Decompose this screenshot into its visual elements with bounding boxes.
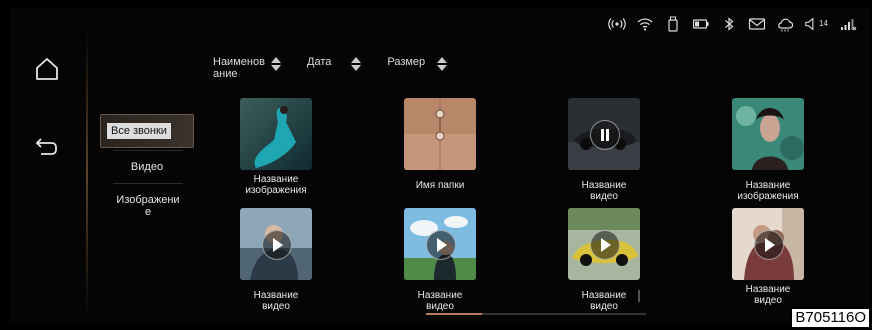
- sort-by-size-label: Размер: [387, 56, 426, 68]
- sort-arrows-icon: [271, 56, 281, 71]
- sort-by-size-button[interactable]: Размер: [387, 56, 448, 80]
- figure-code: B705116O: [791, 308, 870, 328]
- play-icon[interactable]: [262, 230, 292, 260]
- sort-by-date-button[interactable]: Дата: [307, 56, 362, 80]
- sort-bar: Наименование Дата Размер: [213, 56, 448, 80]
- grid-item-video[interactable]: Название видео: [718, 208, 818, 306]
- sort-by-name-button[interactable]: Наименование: [213, 56, 281, 80]
- grid-item-image[interactable]: Название изображения: [226, 98, 326, 196]
- category-label: Видео: [130, 161, 164, 173]
- media-screen: 14 Наименование Дата Размер Все звонки В…: [10, 8, 870, 324]
- play-icon[interactable]: [590, 230, 620, 260]
- divider: [113, 150, 183, 151]
- back-icon[interactable]: [32, 130, 62, 160]
- item-caption: Название видео: [581, 180, 627, 202]
- folder-thumbnail: [404, 98, 476, 170]
- image-thumbnail: [732, 98, 804, 170]
- category-image[interactable]: Изображение: [116, 186, 180, 226]
- item-caption: Название видео: [745, 284, 791, 306]
- category-list: Все звонки Видео Изображение: [100, 114, 196, 226]
- video-thumbnail: [404, 208, 476, 280]
- play-icon[interactable]: [426, 230, 456, 260]
- wifi-icon: [636, 16, 654, 32]
- item-caption: Название видео: [581, 290, 627, 312]
- grid-item-folder[interactable]: Имя папки: [390, 98, 490, 191]
- scrollbar-thumb[interactable]: [426, 313, 482, 315]
- sort-by-date-label: Дата: [307, 56, 332, 68]
- image-thumbnail: [240, 98, 312, 170]
- home-icon[interactable]: [32, 54, 62, 84]
- left-nav: [10, 8, 88, 324]
- usb-icon: [664, 16, 682, 32]
- status-bar: 14: [608, 14, 858, 34]
- category-all-calls[interactable]: Все звонки: [100, 114, 194, 148]
- horizontal-scrollbar[interactable]: [426, 313, 646, 315]
- volume-level: 14: [819, 19, 828, 28]
- divider: [113, 183, 183, 184]
- item-caption: Название изображения: [737, 180, 799, 202]
- video-thumbnail: [568, 208, 640, 280]
- video-thumbnail: [732, 208, 804, 280]
- bluetooth-icon: [720, 16, 738, 32]
- play-icon[interactable]: [754, 230, 784, 260]
- signal-icon: [840, 16, 858, 32]
- scrollbar-indicator[interactable]: [638, 290, 640, 302]
- category-label: Изображение: [116, 194, 180, 218]
- sort-arrows-icon: [437, 56, 448, 71]
- cloud-icon: [776, 16, 794, 32]
- nav-divider: [86, 28, 88, 318]
- video-thumbnail: [568, 98, 640, 170]
- grid-item-video[interactable]: Название видео: [390, 208, 490, 312]
- item-caption: Название видео: [417, 290, 463, 312]
- sort-arrows-icon: [351, 56, 362, 71]
- item-caption: Имя папки: [415, 180, 465, 191]
- grid-item-video[interactable]: Название видео: [554, 98, 654, 202]
- video-thumbnail: [240, 208, 312, 280]
- category-video[interactable]: Видео: [100, 153, 194, 181]
- hotspot-icon: [608, 16, 626, 32]
- category-label: Все звонки: [107, 123, 171, 139]
- grid-item-image[interactable]: Название изображения: [718, 98, 818, 202]
- grid-item-video[interactable]: Название видео: [226, 208, 326, 312]
- mail-icon: [748, 16, 766, 32]
- item-caption: Название видео: [253, 290, 299, 312]
- sort-by-name-label: Наименование: [213, 56, 265, 80]
- item-caption: Название изображения: [245, 174, 307, 196]
- pause-icon[interactable]: [590, 120, 620, 150]
- volume-icon: 14: [804, 16, 830, 32]
- battery-icon: [692, 16, 710, 32]
